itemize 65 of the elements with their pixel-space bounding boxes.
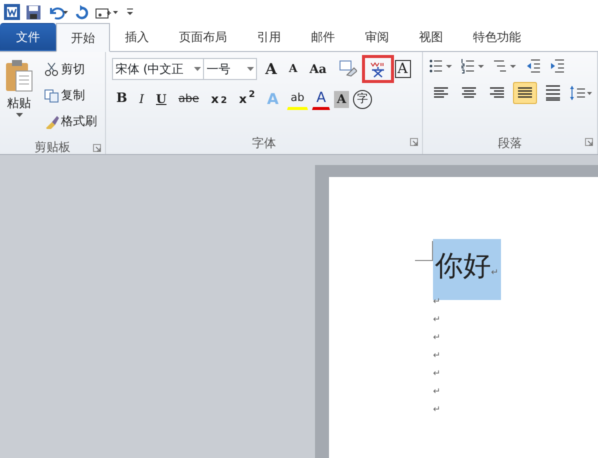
undo-icon[interactable] [47, 4, 69, 20]
copy-icon [44, 88, 59, 102]
group-label: 字体 [252, 135, 276, 152]
paintbrush-icon [44, 114, 59, 128]
group-label: 段落 [498, 135, 522, 152]
ribbon-tab[interactable]: 特色功能 [458, 23, 536, 51]
phonetic-guide-icon [368, 60, 387, 78]
underline-button[interactable]: U [152, 88, 170, 110]
ribbon-tab[interactable]: 插入 [110, 23, 164, 51]
group-label: 剪贴板 [34, 139, 71, 156]
grow-font-button[interactable]: A [261, 58, 281, 80]
align-lines-icon [545, 85, 561, 101]
paragraph-text: 你好↵ [433, 239, 501, 300]
justify-button[interactable] [513, 82, 537, 104]
ribbon-tab[interactable]: 审阅 [350, 23, 404, 51]
bold-button[interactable]: B [112, 88, 132, 110]
enclose-character-button[interactable]: 字 [353, 90, 372, 108]
change-case-button[interactable]: Aa [305, 58, 331, 80]
paste-button[interactable]: 粘贴 [2, 58, 36, 138]
caret-icon [16, 113, 22, 117]
strikethrough-button[interactable]: abe [174, 88, 203, 110]
paragraph-mark: ↵ [433, 351, 441, 361]
clipboard-icon [4, 59, 34, 93]
redo-icon[interactable] [75, 4, 89, 20]
phonetic-guide-button[interactable] [364, 58, 391, 80]
ribbon-tab[interactable]: 开始 [56, 23, 110, 52]
paragraph-mark: ↵ [433, 369, 441, 379]
character-shading-button[interactable]: A [334, 90, 350, 108]
scissors-icon [44, 62, 59, 76]
clipboard-button[interactable]: 复制 [40, 84, 101, 106]
character-border-button[interactable]: A [394, 60, 411, 78]
paragraph-mark: ↵ [433, 405, 441, 415]
paragraph-mark: ↵ [433, 333, 441, 343]
eraser-icon [338, 60, 357, 78]
dialog-launcher-icon[interactable] [93, 144, 102, 152]
ribbon-tab[interactable]: 引用 [242, 23, 296, 51]
font-name-dropdown[interactable]: 宋体 (中文正 [112, 58, 204, 80]
line-spacing-icon[interactable] [569, 85, 593, 101]
paragraph-mark: ↵ [433, 387, 441, 397]
caret-icon [247, 67, 254, 71]
increase-indent-icon[interactable] [549, 58, 565, 74]
app-logo-icon[interactable] [4, 4, 20, 20]
paragraph-mark: ↵ [433, 297, 441, 307]
decrease-indent-icon[interactable] [525, 58, 541, 74]
highlight-button[interactable]: ab [286, 88, 308, 110]
ribbon-tab[interactable]: 页面布局 [164, 23, 242, 51]
font-size-dropdown[interactable]: 一号 [203, 58, 258, 80]
shrink-font-button[interactable]: A [284, 58, 302, 80]
caret-icon [194, 67, 202, 71]
save-icon[interactable] [26, 4, 41, 20]
italic-button[interactable]: I [135, 88, 148, 110]
font-color-button[interactable]: A [312, 88, 330, 110]
bullet-list-icon[interactable] [429, 58, 453, 74]
numbered-list-icon[interactable] [461, 58, 485, 74]
clipboard-button[interactable]: 剪切 [40, 58, 101, 80]
clipboard-button[interactable]: 格式刷 [40, 110, 101, 132]
dialog-launcher-icon[interactable] [585, 138, 593, 146]
paragraph-mark: ↵ [433, 315, 441, 325]
multilevel-list-icon[interactable] [493, 58, 517, 74]
subscript-button[interactable]: x$_{2}$ [206, 88, 231, 110]
ribbon-tab[interactable]: 文件 [0, 23, 56, 51]
ribbon-tab[interactable]: 视图 [404, 23, 458, 51]
dialog-launcher-icon[interactable] [410, 138, 418, 146]
ribbon-tab[interactable]: 邮件 [296, 23, 350, 51]
superscript-button[interactable]: x$^{2}$ [234, 88, 259, 110]
